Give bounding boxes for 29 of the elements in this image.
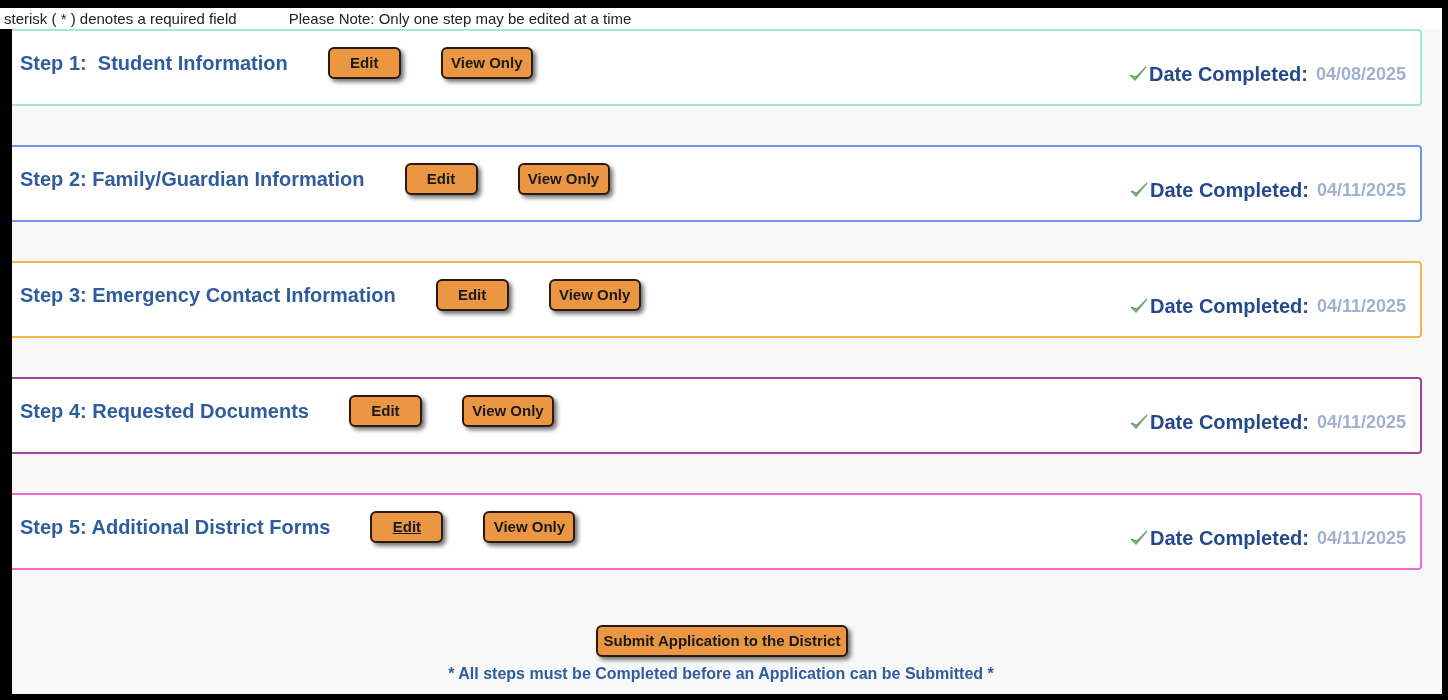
date-completed-label: Date Completed: — [1150, 178, 1309, 203]
step-title: Step 2: Family/Guardian Information — [20, 167, 365, 192]
step-title: Step 5: Additional District Forms — [20, 515, 331, 540]
view-only-button[interactable]: View Only — [461, 395, 554, 427]
date-completed-label: Date Completed: — [1150, 410, 1309, 435]
edit-button[interactable]: Edit — [348, 395, 422, 427]
step-title: Step 1: Student Information — [20, 51, 288, 76]
completion-date: 04/11/2025 — [1316, 294, 1406, 318]
submit-requirement-note: * All steps must be Completed before an Application can be Submitted * — [448, 664, 994, 684]
view-only-button[interactable]: View Only — [483, 511, 576, 543]
completion-date: 04/08/2025 — [1315, 62, 1406, 86]
submit-button[interactable]: Submit Application to the District — [595, 625, 849, 657]
date-completed-label: Date Completed: — [1149, 62, 1308, 87]
edit-button[interactable]: Edit — [370, 511, 444, 543]
completion-date: 04/11/2025 — [1316, 178, 1406, 202]
required-field-note: sterisk ( * ) denotes a required field — [4, 11, 237, 26]
edit-button[interactable]: Edit — [327, 47, 401, 79]
view-only-button[interactable]: View Only — [440, 47, 533, 79]
completion-date: 04/11/2025 — [1316, 410, 1406, 434]
step-title: Step 3: Emergency Contact Information — [20, 283, 396, 308]
edit-button[interactable]: Edit — [435, 279, 509, 311]
edit-note: Please Note: Only one step may be edited at a time — [288, 11, 632, 26]
view-only-button[interactable]: View Only — [548, 279, 641, 311]
view-only-button[interactable]: View Only — [517, 163, 610, 195]
edit-button[interactable]: Edit — [404, 163, 478, 195]
date-completed-label: Date Completed: — [1150, 526, 1309, 551]
date-completed-label: Date Completed: — [1150, 294, 1309, 319]
step-title: Step 4: Requested Documents — [20, 399, 309, 424]
completion-date: 04/11/2025 — [1316, 526, 1406, 550]
